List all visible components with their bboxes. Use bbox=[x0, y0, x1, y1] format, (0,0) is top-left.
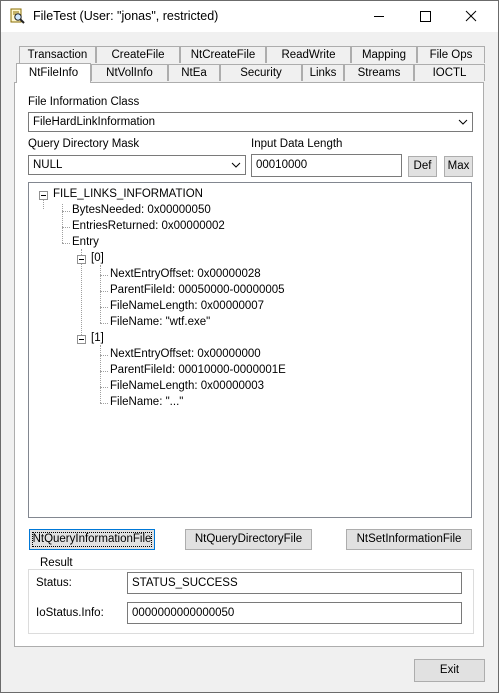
result-group-title: Result bbox=[37, 557, 76, 569]
tab-file-ops[interactable]: File Ops bbox=[417, 46, 485, 63]
minimize-button[interactable] bbox=[356, 1, 402, 32]
status-field[interactable]: STATUS_SUCCESS bbox=[127, 572, 462, 594]
info-class-label: File Information Class bbox=[28, 96, 140, 108]
tree-connector bbox=[100, 387, 108, 388]
tree-connector bbox=[100, 291, 108, 292]
tab-links[interactable]: Links bbox=[302, 64, 344, 81]
tree-connector bbox=[62, 227, 70, 228]
tree-node-next-entry-offset[interactable]: NextEntryOffset: 0x00000028 bbox=[110, 268, 261, 280]
tree-node-parent-file-id[interactable]: ParentFileId: 00050000-00000005 bbox=[110, 284, 285, 296]
tree-connector bbox=[100, 355, 108, 356]
tab-ntvolinfo[interactable]: NtVolInfo bbox=[91, 64, 168, 81]
close-icon bbox=[465, 10, 477, 22]
title-bar[interactable]: FileTest (User: "jonas", restricted) bbox=[1, 1, 498, 32]
tab-ntfileinfo[interactable]: NtFileInfo bbox=[16, 63, 91, 83]
nt-query-information-file-button[interactable]: NtQueryInformationFile bbox=[29, 529, 155, 550]
nt-set-information-file-button[interactable]: NtSetInformationFile bbox=[346, 529, 472, 550]
magnifier-document-icon bbox=[10, 8, 25, 24]
tab-ntcreatefile[interactable]: NtCreateFile bbox=[180, 46, 266, 63]
exit-button[interactable]: Exit bbox=[414, 659, 485, 682]
tree-node-parent-file-id[interactable]: ParentFileId: 00010000-0000001E bbox=[110, 364, 286, 376]
tab-mapping[interactable]: Mapping bbox=[351, 46, 417, 63]
tree-connector bbox=[100, 275, 108, 276]
tree-connector bbox=[100, 323, 108, 324]
tree-node-item-0[interactable]: [0] bbox=[91, 252, 104, 264]
focus-rectangle bbox=[32, 532, 152, 547]
tab-readwrite[interactable]: ReadWrite bbox=[266, 46, 351, 63]
tree-connector bbox=[100, 265, 101, 323]
dir-mask-label: Query Directory Mask bbox=[28, 138, 140, 150]
maximize-icon bbox=[420, 11, 431, 22]
tree-connector bbox=[100, 371, 108, 372]
tab-transaction[interactable]: Transaction bbox=[19, 46, 96, 63]
close-button[interactable] bbox=[448, 1, 494, 32]
tab-streams[interactable]: Streams bbox=[344, 64, 414, 81]
data-length-label: Input Data Length bbox=[251, 138, 343, 150]
chevron-down-icon bbox=[458, 119, 468, 125]
iostatus-label: IoStatus.Info: bbox=[36, 607, 104, 619]
dir-mask-value: NULL bbox=[33, 159, 63, 171]
window-title: FileTest (User: "jonas", restricted) bbox=[33, 9, 219, 23]
tree-node-file-name-length[interactable]: FileNameLength: 0x00000007 bbox=[110, 300, 264, 312]
def-button[interactable]: Def bbox=[408, 156, 437, 177]
info-class-dropdown[interactable]: FileHardLinkInformation bbox=[28, 112, 473, 132]
tree-connector bbox=[62, 204, 63, 243]
iostatus-value: 0000000000000050 bbox=[132, 607, 235, 619]
minimize-icon bbox=[374, 16, 384, 17]
dir-mask-dropdown[interactable]: NULL bbox=[28, 155, 246, 175]
status-label: Status: bbox=[36, 577, 72, 589]
tree-connector bbox=[100, 403, 108, 404]
tree-connector bbox=[100, 307, 108, 308]
chevron-down-icon bbox=[231, 162, 241, 168]
tree-connector bbox=[62, 243, 70, 244]
tab-security[interactable]: Security bbox=[220, 64, 302, 81]
tab-ntea[interactable]: NtEa bbox=[168, 64, 220, 81]
filetest-window: FileTest (User: "jonas", restricted) Tra… bbox=[0, 0, 499, 693]
collapse-icon[interactable] bbox=[77, 255, 86, 264]
tree-node-root[interactable]: FILE_LINKS_INFORMATION bbox=[53, 188, 203, 200]
tab-ioctl[interactable]: IOCTL bbox=[414, 64, 485, 81]
collapse-icon[interactable] bbox=[77, 335, 86, 344]
tree-connector bbox=[62, 211, 70, 212]
tree-connector bbox=[100, 345, 101, 403]
status-value: STATUS_SUCCESS bbox=[132, 577, 238, 589]
info-class-value: FileHardLinkInformation bbox=[33, 116, 156, 128]
maximize-button[interactable] bbox=[402, 1, 448, 32]
data-length-value: 00010000 bbox=[256, 159, 308, 171]
tree-node-bytes-needed[interactable]: BytesNeeded: 0x00000050 bbox=[72, 204, 211, 216]
nt-query-directory-file-button[interactable]: NtQueryDirectoryFile bbox=[185, 529, 312, 550]
tree-node-next-entry-offset[interactable]: NextEntryOffset: 0x00000000 bbox=[110, 348, 261, 360]
tree-node-file-name[interactable]: FileName: "wtf.exe" bbox=[110, 316, 210, 328]
tree-node-entry[interactable]: Entry bbox=[72, 236, 99, 248]
tree-node-file-name[interactable]: FileName: "..." bbox=[110, 396, 183, 408]
tree-node-entries-returned[interactable]: EntriesReturned: 0x00000002 bbox=[72, 220, 225, 232]
iostatus-field[interactable]: 0000000000000050 bbox=[127, 602, 462, 624]
tree-node-item-1[interactable]: [1] bbox=[91, 332, 104, 344]
data-length-input[interactable]: 00010000 bbox=[251, 154, 402, 177]
tab-createfile[interactable]: CreateFile bbox=[96, 46, 180, 63]
tree-node-file-name-length[interactable]: FileNameLength: 0x00000003 bbox=[110, 380, 264, 392]
collapse-icon[interactable] bbox=[39, 191, 48, 200]
tree-connector bbox=[43, 199, 44, 209]
max-button[interactable]: Max bbox=[444, 156, 473, 177]
